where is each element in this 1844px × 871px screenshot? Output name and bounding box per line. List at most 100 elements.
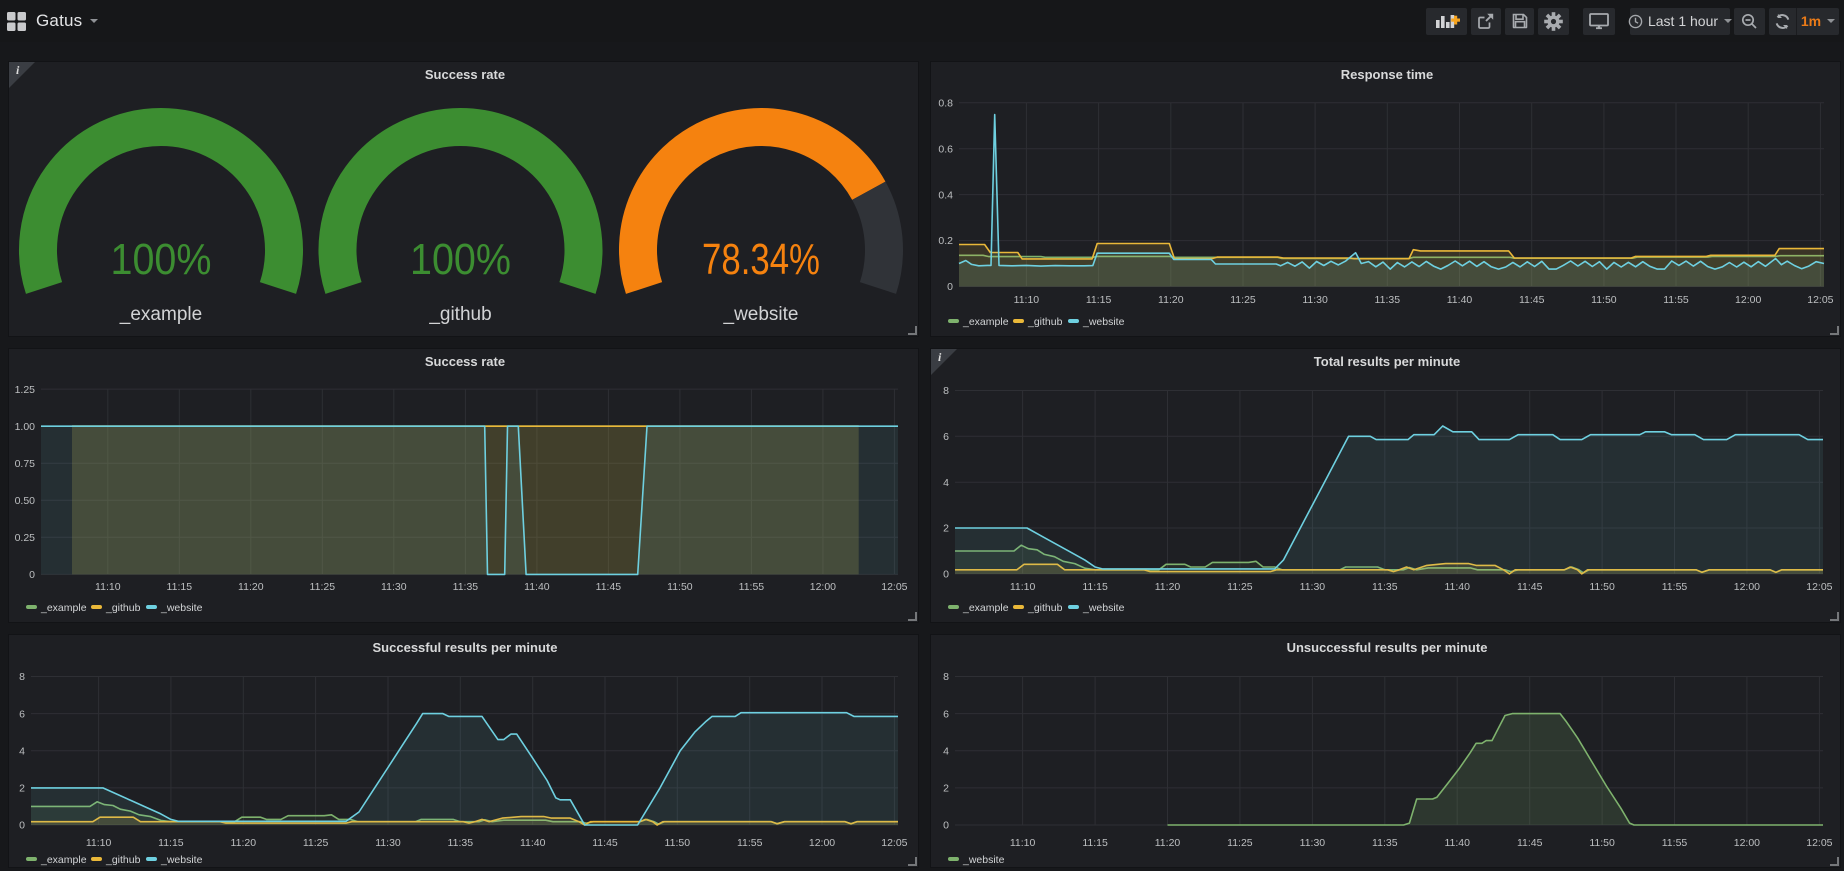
- svg-text:11:10: 11:10: [95, 581, 121, 593]
- svg-text:8: 8: [19, 671, 25, 683]
- svg-text:11:45: 11:45: [1519, 294, 1545, 306]
- svg-text:1.00: 1.00: [15, 421, 36, 433]
- svg-text:0.6: 0.6: [938, 143, 953, 155]
- svg-text:11:55: 11:55: [737, 837, 763, 849]
- svg-text:_website: _website: [962, 854, 1005, 866]
- svg-text:_github: _github: [105, 854, 141, 866]
- svg-text:11:20: 11:20: [1155, 581, 1181, 593]
- svg-text:11:25: 11:25: [310, 581, 336, 593]
- svg-text:11:45: 11:45: [1517, 837, 1543, 849]
- svg-text:11:30: 11:30: [381, 581, 407, 593]
- svg-text:12:05: 12:05: [881, 581, 907, 593]
- svg-text:11:10: 11:10: [1014, 294, 1040, 306]
- svg-text:_website: _website: [160, 602, 203, 614]
- svg-text:Response time: Response time: [1341, 67, 1433, 82]
- svg-text:11:10: 11:10: [86, 837, 112, 849]
- svg-text:Success rate: Success rate: [425, 354, 505, 369]
- svg-text:11:10: 11:10: [1010, 581, 1036, 593]
- svg-text:0: 0: [29, 569, 35, 581]
- svg-text:2: 2: [943, 783, 949, 795]
- svg-text:Total results per minute: Total results per minute: [1314, 354, 1460, 369]
- svg-text:100%: 100%: [410, 235, 511, 284]
- svg-text:11:35: 11:35: [1372, 837, 1398, 849]
- svg-text:11:40: 11:40: [1447, 294, 1473, 306]
- svg-text:11:25: 11:25: [1230, 294, 1256, 306]
- svg-text:0.4: 0.4: [938, 189, 953, 201]
- svg-text:11:45: 11:45: [592, 837, 618, 849]
- svg-text:Successful results per minute: Successful results per minute: [373, 640, 558, 655]
- svg-text:11:40: 11:40: [1444, 581, 1470, 593]
- svg-text:11:30: 11:30: [1300, 837, 1326, 849]
- svg-text:11:50: 11:50: [667, 581, 693, 593]
- svg-text:Success rate: Success rate: [425, 67, 505, 82]
- svg-text:_website: _website: [1082, 602, 1125, 614]
- svg-text:12:00: 12:00: [1734, 581, 1760, 593]
- svg-text:2: 2: [943, 523, 949, 535]
- svg-text:11:45: 11:45: [596, 581, 622, 593]
- svg-text:_website: _website: [160, 854, 203, 866]
- svg-text:_github: _github: [1027, 316, 1063, 328]
- svg-text:11:50: 11:50: [1589, 837, 1615, 849]
- svg-text:2: 2: [19, 783, 25, 795]
- svg-text:11:40: 11:40: [524, 581, 550, 593]
- svg-text:12:00: 12:00: [809, 837, 835, 849]
- svg-text:11:20: 11:20: [1158, 294, 1184, 306]
- svg-text:12:05: 12:05: [881, 837, 907, 849]
- svg-text:0.8: 0.8: [938, 97, 953, 109]
- svg-text:1.25: 1.25: [15, 384, 36, 396]
- svg-text:100%: 100%: [111, 235, 212, 284]
- svg-text:11:25: 11:25: [1227, 837, 1253, 849]
- svg-text:11:30: 11:30: [1302, 294, 1328, 306]
- svg-text:0: 0: [947, 281, 953, 293]
- svg-text:4: 4: [19, 746, 25, 758]
- svg-text:11:50: 11:50: [665, 837, 691, 849]
- svg-text:11:20: 11:20: [231, 837, 257, 849]
- svg-text:_example: _example: [40, 602, 87, 614]
- svg-text:11:55: 11:55: [1662, 837, 1688, 849]
- svg-text:11:35: 11:35: [453, 581, 479, 593]
- svg-text:11:55: 11:55: [739, 581, 765, 593]
- svg-text:12:00: 12:00: [1734, 837, 1760, 849]
- svg-text:11:35: 11:35: [1375, 294, 1401, 306]
- svg-text:11:15: 11:15: [158, 837, 184, 849]
- svg-text:11:30: 11:30: [1300, 581, 1326, 593]
- svg-text:0.25: 0.25: [15, 532, 36, 544]
- svg-text:0.75: 0.75: [15, 458, 36, 470]
- svg-text:_github: _github: [1027, 602, 1063, 614]
- svg-text:11:15: 11:15: [167, 581, 193, 593]
- svg-text:12:05: 12:05: [1806, 837, 1832, 849]
- svg-text:11:35: 11:35: [1372, 581, 1398, 593]
- svg-text:78.34%: 78.34%: [702, 235, 820, 284]
- svg-text:11:55: 11:55: [1663, 294, 1689, 306]
- svg-text:11:20: 11:20: [238, 581, 264, 593]
- svg-text:11:25: 11:25: [303, 837, 329, 849]
- svg-text:11:15: 11:15: [1082, 581, 1108, 593]
- svg-text:6: 6: [943, 431, 949, 443]
- svg-text:0.2: 0.2: [938, 235, 953, 247]
- svg-text:_github: _github: [428, 304, 491, 325]
- svg-text:11:55: 11:55: [1662, 581, 1688, 593]
- svg-text:_example: _example: [962, 316, 1009, 328]
- svg-text:11:20: 11:20: [1155, 837, 1181, 849]
- svg-text:4: 4: [943, 477, 949, 489]
- svg-text:_github: _github: [105, 602, 141, 614]
- svg-text:11:50: 11:50: [1591, 294, 1617, 306]
- svg-text:12:00: 12:00: [1735, 294, 1761, 306]
- svg-text:11:30: 11:30: [375, 837, 401, 849]
- svg-text:_example: _example: [962, 602, 1009, 614]
- svg-text:6: 6: [943, 708, 949, 720]
- svg-text:11:25: 11:25: [1227, 581, 1253, 593]
- svg-text:_example: _example: [40, 854, 87, 866]
- svg-text:6: 6: [19, 708, 25, 720]
- svg-text:11:15: 11:15: [1082, 837, 1108, 849]
- svg-text:11:15: 11:15: [1086, 294, 1112, 306]
- svg-text:11:45: 11:45: [1517, 581, 1543, 593]
- svg-text:11:40: 11:40: [520, 837, 546, 849]
- svg-text:Unsuccessful results per minut: Unsuccessful results per minute: [1287, 640, 1488, 655]
- svg-text:12:05: 12:05: [1806, 581, 1832, 593]
- svg-text:8: 8: [943, 671, 949, 683]
- svg-text:_website: _website: [1082, 316, 1125, 328]
- svg-text:0: 0: [19, 820, 25, 832]
- svg-text:11:35: 11:35: [448, 837, 474, 849]
- svg-text:12:05: 12:05: [1807, 294, 1833, 306]
